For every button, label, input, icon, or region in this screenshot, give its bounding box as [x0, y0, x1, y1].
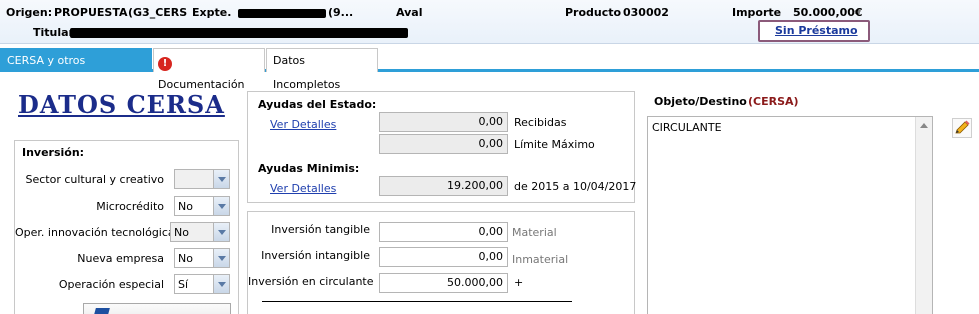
origen-label: Origen: — [6, 6, 53, 19]
record-header: Origen: PROPUESTA (G3_CERS Expte. (9... … — [0, 0, 979, 44]
minimis-field[interactable]: 19.200,00 — [379, 176, 508, 196]
inversion-tangible-note: Material — [512, 226, 557, 239]
objeto-label: Objeto/Destino — [654, 95, 747, 108]
microcredito-label: Microcrédito — [96, 200, 164, 213]
sum-divider — [262, 301, 572, 302]
origen-code: (G3_CERS — [128, 6, 188, 19]
expte-suffix: (9... — [328, 6, 354, 19]
objeto-textarea[interactable]: CIRCULANTE — [647, 116, 933, 314]
operacion-especial-select[interactable]: Sí — [174, 274, 230, 294]
producto-label: Producto — [565, 6, 622, 19]
recibidas-label: Recibidas — [514, 116, 567, 129]
inversiones-panel: Inversión tangible 0,00 Material Inversi… — [247, 211, 635, 314]
sector-cultural-select[interactable] — [174, 169, 230, 189]
nueva-empresa-label: Nueva empresa — [77, 252, 164, 265]
warning-icon: ! — [158, 57, 172, 71]
limite-maximo-label: Límite Máximo — [514, 138, 595, 151]
limite-maximo-field[interactable]: 0,00 — [379, 134, 508, 154]
pencil-icon — [955, 120, 970, 134]
inversion-circulante-field[interactable]: 50.000,00 — [379, 273, 508, 293]
inversion-tangible-label: Inversión tangible — [271, 223, 370, 236]
chevron-down-icon — [213, 197, 229, 215]
chevron-down-icon — [213, 249, 229, 267]
producto-value: 030002 — [623, 6, 669, 19]
operacion-especial-button[interactable] — [83, 303, 231, 314]
redacted-titular — [70, 28, 408, 38]
inversion-intangible-label: Inversión intangible — [261, 249, 370, 262]
titular-label: Titular — [33, 26, 74, 39]
inversion-heading: Inversión: — [22, 146, 85, 159]
ayudas-estado-heading: Ayudas del Estado: — [258, 98, 377, 111]
inversion-intangible-note: Inmaterial — [512, 253, 569, 266]
inversion-intangible-field[interactable]: 0,00 — [379, 247, 508, 267]
tab-cersa-label: CERSA y otros Reavalistas — [7, 54, 86, 91]
scroll-up-icon — [920, 123, 928, 128]
objeto-tag: (CERSA) — [748, 95, 799, 108]
tab-cersa[interactable]: CERSA y otros Reavalistas — [0, 48, 152, 91]
chevron-down-icon — [213, 275, 229, 293]
objeto-text: CIRCULANTE — [652, 121, 722, 134]
inversion-circulante-note: + — [514, 276, 524, 289]
ayudas-minimis-heading: Ayudas Minimis: — [258, 162, 360, 175]
inversion-circulante-label: Inversión en circulante — [248, 275, 374, 288]
importe-value: 50.000,00€ — [793, 6, 863, 19]
page-title: DATOS CERSA — [18, 90, 225, 119]
inversion-tangible-field[interactable]: 0,00 — [379, 222, 508, 242]
importe-label: Importe — [732, 6, 782, 19]
inversion-panel: Inversión: Sector cultural y creativo Mi… — [14, 140, 239, 314]
innovacion-label: Oper. innovación tecnológica — [15, 226, 175, 239]
chevron-down-icon — [213, 223, 229, 241]
nueva-empresa-select[interactable]: No — [174, 248, 230, 268]
redacted-expte — [238, 9, 326, 18]
ayudas-panel: Ayudas del Estado: Ver Detalles 0,00 Rec… — [247, 91, 637, 203]
sector-cultural-label: Sector cultural y creativo — [25, 173, 165, 186]
operacion-especial-label: Operación especial — [58, 278, 164, 291]
edit-button[interactable] — [952, 118, 972, 138]
ayudas-estado-ver-detalles-link[interactable]: Ver Detalles — [270, 118, 336, 131]
sin-prestamo-link[interactable]: Sin Préstamo — [775, 24, 858, 37]
flag-icon — [92, 308, 110, 314]
aval-label: Aval — [396, 6, 423, 19]
expte-label: Expte. — [192, 6, 232, 19]
recibidas-field[interactable]: 0,00 — [379, 112, 508, 132]
ayudas-minimis-ver-detalles-link[interactable]: Ver Detalles — [270, 182, 336, 195]
tab-bar: CERSA y otros Reavalistas !Documentación… — [0, 48, 979, 91]
origen-value: PROPUESTA — [54, 6, 128, 19]
tab-documentacion[interactable]: !Documentación — [153, 48, 265, 91]
minimis-period: de 2015 a 10/04/2017 — [514, 180, 637, 193]
microcredito-select[interactable]: No — [174, 196, 230, 216]
objeto-scrollbar[interactable] — [915, 117, 932, 314]
tab-datos-incompletos[interactable]: Datos Incompletos — [266, 48, 378, 91]
innovacion-select[interactable]: No — [170, 222, 230, 242]
tab-datos-incompletos-label: Datos Incompletos — [273, 54, 341, 91]
chevron-down-icon — [213, 170, 229, 188]
